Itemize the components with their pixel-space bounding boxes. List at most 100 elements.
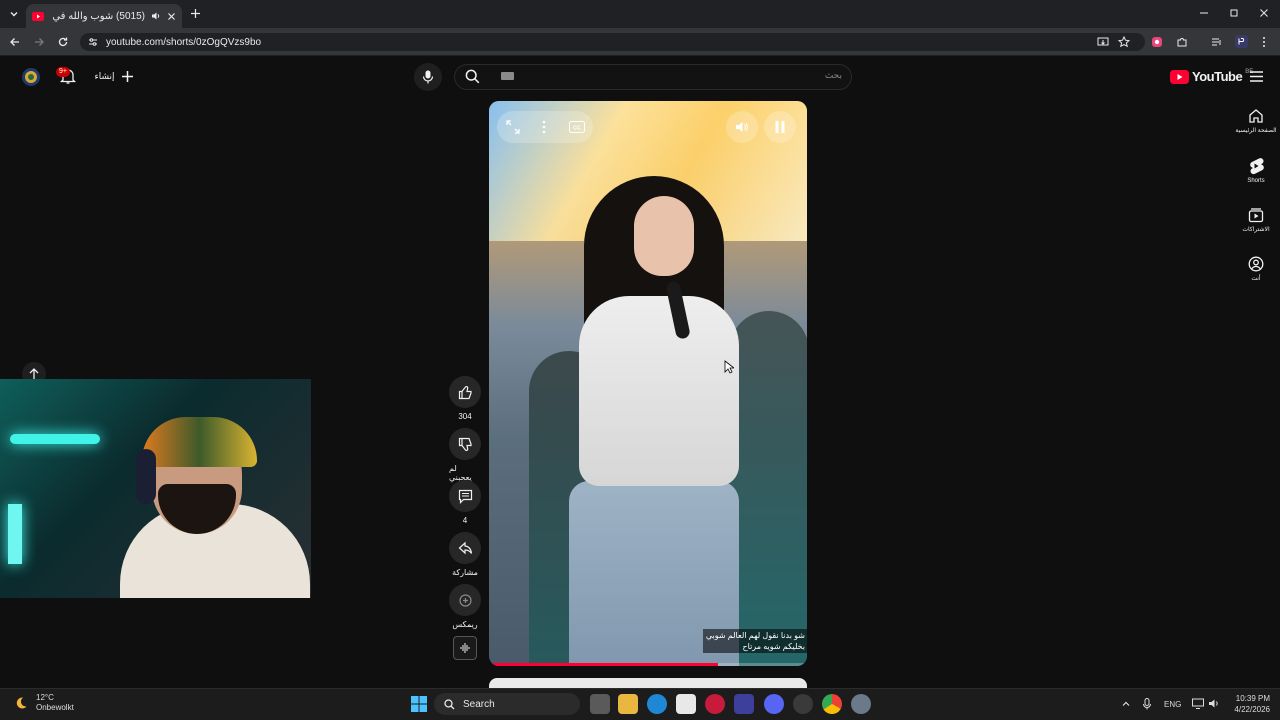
task-view-icon[interactable] [590,694,610,714]
browser-tab-active[interactable]: (5015) شوب والله في عالم ... [26,4,182,28]
caption-line: شو بدنا نقول لهم العالم شوبي [705,631,805,640]
dislike-button[interactable] [449,428,481,460]
window-minimize-icon[interactable] [1199,8,1209,18]
browser-menu-icon[interactable] [1261,36,1267,48]
rail-label-home: الصفحة الرئيسية [1235,128,1277,134]
rail-item-you[interactable]: أنت [1234,256,1278,282]
obs-app-icon[interactable] [793,694,813,714]
sound-button[interactable] [453,636,477,660]
svg-text:CC: CC [573,125,581,131]
you-icon [1248,256,1264,272]
thumbs-up-icon [458,385,473,400]
url-text: youtube.com/shorts/0zOgQVzs9bo [106,36,262,48]
media-controls-icon[interactable] [1211,36,1223,48]
remix-icon [458,593,473,608]
webcam-person-cap [142,417,257,467]
remix-button[interactable] [449,584,481,616]
voice-search-button[interactable] [414,63,442,91]
reload-icon[interactable] [57,36,69,48]
plus-icon [121,70,134,83]
channel-avatar-icon[interactable] [21,67,41,87]
webcam-led-light [8,504,22,564]
store-app-icon[interactable] [676,694,696,714]
video-progress-bar[interactable] [489,663,807,666]
install-app-icon[interactable] [1097,36,1109,48]
settings-gear-icon[interactable] [851,694,871,714]
fullscreen-icon[interactable] [506,120,520,134]
microphone-icon [422,70,434,84]
remix-action[interactable]: ريمكس [449,584,481,629]
audio-waveform-icon [459,642,471,654]
network-icon[interactable] [1192,698,1204,709]
forward-arrow-icon[interactable] [33,36,45,48]
new-tab-icon[interactable] [190,8,201,19]
like-button[interactable] [449,376,481,408]
tab-audio-icon[interactable] [151,11,161,21]
taskbar-search[interactable]: Search [434,693,580,715]
subscriptions-icon [1248,207,1264,223]
closed-captions-icon[interactable]: CC [569,121,585,133]
windows-taskbar [0,688,1280,720]
dislike-action[interactable]: لم يعجبني [449,428,481,482]
pause-button[interactable] [764,111,796,143]
share-arrow-icon [458,541,473,556]
comments-button[interactable] [449,480,481,512]
extension-record-icon[interactable] [1151,36,1163,48]
short-video-player[interactable]: CC شو بدنا نقول لهم العالم شوبي بخليكم ش… [489,101,807,666]
weather-widget[interactable]: 12°C Onbewolkt [14,693,74,713]
moon-weather-icon [14,696,28,710]
window-close-icon[interactable] [1259,8,1269,18]
editor-app-icon[interactable] [734,694,754,714]
window-restore-icon[interactable] [1229,8,1239,18]
discord-icon[interactable] [764,694,784,714]
youtube-logo-text: YouTube [1192,69,1243,84]
rail-label-shorts: Shorts [1247,178,1265,184]
chrome-browser-icon[interactable] [822,694,842,714]
search-icon[interactable] [465,69,480,84]
volume-button[interactable] [726,111,758,143]
speaker-volume-icon[interactable] [1208,698,1220,709]
rail-item-shorts[interactable]: Shorts [1234,157,1278,184]
back-arrow-icon[interactable] [9,36,21,48]
search-icon [444,698,455,710]
pause-icon [774,120,786,134]
input-language[interactable]: ENG [1164,700,1181,709]
address-bar[interactable]: youtube.com/shorts/0zOgQVzs9bo [80,33,1145,51]
windows-start-icon[interactable] [411,696,427,712]
thumbs-down-icon [458,437,473,452]
share-action[interactable]: مشاركة [449,532,481,577]
volume-icon [735,120,749,134]
like-action[interactable]: 304 [449,376,481,421]
youtube-logo[interactable]: YouTube BE [1170,69,1253,84]
create-button[interactable]: إنشاء [88,64,140,88]
remix-label: ريمكس [452,620,478,629]
rail-item-home[interactable]: الصفحة الرئيسية [1234,108,1278,134]
show-hidden-icons-chevron-icon[interactable] [1121,699,1131,709]
opera-browser-icon[interactable] [705,694,725,714]
video-caption: شو بدنا نقول لهم العالم شوبي بخليكم شويه… [703,629,807,653]
profile-avatar-icon[interactable] [1235,35,1248,48]
bookmark-star-icon[interactable] [1118,36,1130,48]
keyboard-icon[interactable] [501,72,514,80]
site-info-icon[interactable] [88,37,98,47]
notification-count-badge: 9+ [56,67,70,77]
microphone-tray-icon[interactable] [1142,698,1152,710]
search-placeholder: بحث [824,70,842,80]
edge-browser-icon[interactable] [647,694,667,714]
file-explorer-icon[interactable] [618,694,638,714]
clock-date: 4/22/2026 [1234,705,1270,714]
mouse-cursor-icon [724,360,734,374]
tab-close-icon[interactable] [167,12,176,21]
webcam-person-headset [136,449,156,504]
more-options-icon[interactable] [542,120,546,134]
system-clock[interactable]: 10:39 PM 4/22/2026 [1226,693,1270,715]
comments-action[interactable]: 4 [449,480,481,525]
video-progress-fill [489,663,718,666]
rail-item-subscriptions[interactable]: الاشتراكات [1234,207,1278,233]
webcam-led-light [10,434,100,444]
guide-menu-icon[interactable] [1250,71,1263,82]
share-button[interactable] [449,532,481,564]
extensions-puzzle-icon[interactable] [1176,36,1188,48]
tab-list-chevron-icon[interactable] [8,8,20,20]
youtube-favicon-icon [32,11,44,21]
